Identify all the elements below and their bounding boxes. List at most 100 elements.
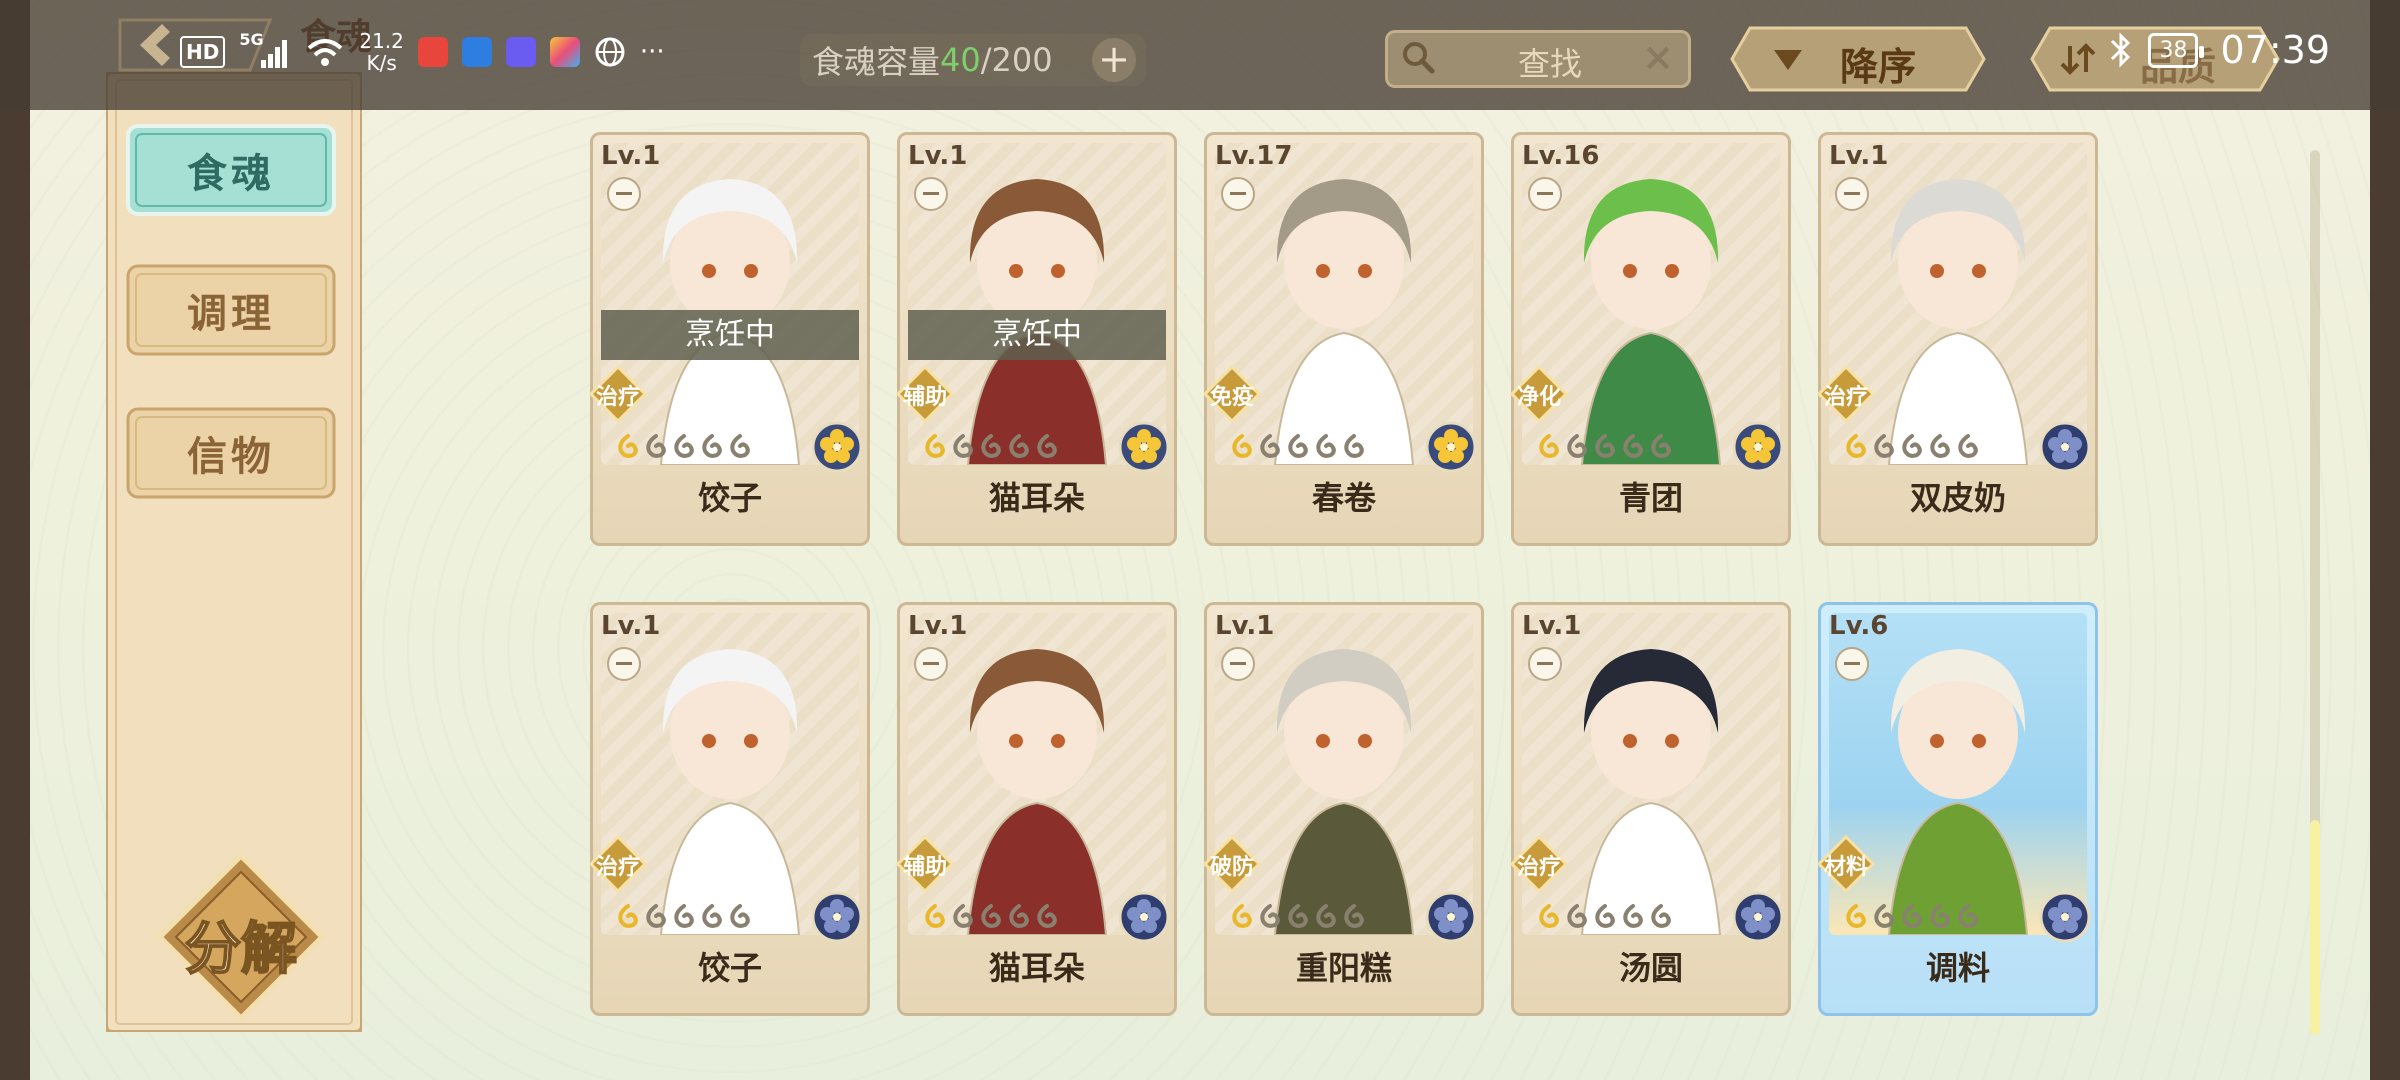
- level-label: Lv.1: [908, 141, 968, 171]
- level-label: Lv.1: [908, 611, 968, 641]
- food-soul-name: 调料: [1925, 949, 1990, 987]
- star-empty-icon: [1623, 434, 1643, 458]
- rarity-minus-icon: [1528, 647, 1562, 681]
- food-soul-card[interactable]: Lv.1 烹饪中 治疗 饺子: [589, 132, 870, 546]
- weather-app-icon: [461, 37, 492, 67]
- decompose-label: 分解: [184, 916, 298, 983]
- net-speed: 21.2 K/s: [359, 29, 404, 75]
- grid-scrollbar[interactable]: [2310, 150, 2320, 1035]
- role-label: 辅助: [902, 855, 947, 880]
- star-empty-icon: [1009, 904, 1029, 928]
- star-empty-icon: [1316, 904, 1336, 928]
- level-label: Lv.17: [1215, 141, 1293, 171]
- status-left: HD 5G 21.2 K/s ···: [180, 30, 665, 74]
- star-empty-icon: [1930, 434, 1950, 458]
- food-soul-name: 汤圆: [1618, 949, 1683, 987]
- tab-label: 食魂: [187, 151, 275, 197]
- role-label: 治疗: [595, 385, 640, 410]
- tab-label: 调理: [187, 291, 275, 337]
- role-badge: 免疫: [1203, 365, 1261, 423]
- rarity-minus-icon: [1835, 177, 1869, 211]
- food-soul-card[interactable]: Lv.1 破防 重阳糕: [1203, 602, 1484, 1016]
- star-empty-icon: [1902, 434, 1922, 458]
- star-empty-icon: [1009, 434, 1029, 458]
- food-soul-card[interactable]: Lv.1 治疗汤圆: [1510, 602, 1791, 1016]
- star-rating: [1229, 903, 1367, 929]
- food-soul-name: 饺子: [697, 479, 762, 517]
- star-empty-icon: [953, 434, 973, 458]
- star-empty-icon: [1930, 904, 1950, 928]
- bluetooth-icon: [2111, 32, 2131, 68]
- star-filled-icon: [1539, 434, 1559, 458]
- star-empty-icon: [953, 904, 973, 928]
- food-soul-name: 猫耳朵: [988, 479, 1085, 517]
- role-badge: 治疗: [1510, 835, 1568, 893]
- star-filled-icon: [925, 904, 945, 928]
- element-flower-icon: [1732, 891, 1784, 943]
- food-soul-card[interactable]: Lv.17 免疫春卷: [1203, 132, 1484, 546]
- star-filled-icon: [1232, 904, 1252, 928]
- star-empty-icon: [1316, 434, 1336, 458]
- star-empty-icon: [1567, 434, 1587, 458]
- element-flower-icon: [1118, 421, 1170, 473]
- element-flower-icon: [2039, 421, 2091, 473]
- role-badge: 材料: [1817, 835, 1875, 893]
- level-label: Lv.1: [1829, 141, 1889, 171]
- food-soul-card[interactable]: Lv.1 辅助猫耳朵: [896, 602, 1177, 1016]
- level-label: Lv.1: [601, 611, 661, 641]
- star-filled-icon: [1232, 434, 1252, 458]
- star-rating: [1536, 433, 1674, 459]
- tab-cooking[interactable]: 调理: [126, 264, 336, 356]
- role-badge: 净化: [1510, 365, 1568, 423]
- star-rating: [1229, 433, 1367, 459]
- food-soul-card[interactable]: Lv.1 治疗 饺子: [589, 602, 870, 1016]
- star-filled-icon: [925, 434, 945, 458]
- star-empty-icon: [730, 904, 750, 928]
- tab-food-soul[interactable]: 食魂: [126, 124, 336, 216]
- role-badge: 辅助: [896, 835, 954, 893]
- role-badge: 治疗: [1817, 365, 1875, 423]
- wifi-icon: [308, 39, 343, 66]
- theme-app-icon: [549, 37, 580, 67]
- star-empty-icon: [1595, 434, 1615, 458]
- left-sidebar: 食魂 调理 信物 分解: [106, 72, 362, 1032]
- level-label: Lv.16: [1522, 141, 1600, 171]
- star-rating: [615, 433, 753, 459]
- star-empty-icon: [1344, 904, 1364, 928]
- decompose-button[interactable]: 分解: [156, 852, 326, 1022]
- level-label: Lv.1: [601, 141, 661, 171]
- food-soul-name: 双皮奶: [1909, 479, 2006, 517]
- star-rating: [1536, 903, 1674, 929]
- food-soul-card[interactable]: Lv.1 治疗双皮奶: [1817, 132, 2098, 546]
- star-empty-icon: [1260, 434, 1280, 458]
- scrollbar-thumb[interactable]: [2310, 820, 2320, 1035]
- star-empty-icon: [1288, 434, 1308, 458]
- star-empty-icon: [1958, 434, 1978, 458]
- star-empty-icon: [1288, 904, 1308, 928]
- role-badge: 破防: [1203, 835, 1261, 893]
- element-flower-icon: [811, 891, 863, 943]
- level-label: Lv.1: [1522, 611, 1582, 641]
- tab-tokens[interactable]: 信物: [126, 407, 336, 499]
- screen-edge-right: [2370, 0, 2400, 1080]
- star-empty-icon: [1037, 904, 1057, 928]
- food-soul-name: 春卷: [1311, 479, 1376, 517]
- screen-edge-left: [0, 0, 30, 1080]
- food-soul-card[interactable]: Lv.1 烹饪中 辅助 猫耳朵: [896, 132, 1177, 546]
- rarity-minus-icon: [1835, 647, 1869, 681]
- rarity-minus-icon: [914, 177, 948, 211]
- star-empty-icon: [702, 904, 722, 928]
- element-flower-icon: [1118, 891, 1170, 943]
- book-app-icon: [417, 37, 448, 67]
- element-flower-icon: [811, 421, 863, 473]
- role-label: 破防: [1209, 855, 1254, 880]
- top-bar: 食魂 食魂容量 40 /200 + 查找 × 降序 品质 HD 5G 21.2 …: [0, 0, 2400, 110]
- food-soul-name: 猫耳朵: [988, 949, 1085, 987]
- food-soul-card[interactable]: Lv.16 净化 青团: [1510, 132, 1791, 546]
- rarity-minus-icon: [914, 647, 948, 681]
- star-empty-icon: [1874, 904, 1894, 928]
- food-soul-card[interactable]: Lv.6 材料 调料: [1817, 602, 2098, 1016]
- element-flower-icon: [1732, 421, 1784, 473]
- star-empty-icon: [1344, 434, 1364, 458]
- role-label: 材料: [1823, 855, 1868, 880]
